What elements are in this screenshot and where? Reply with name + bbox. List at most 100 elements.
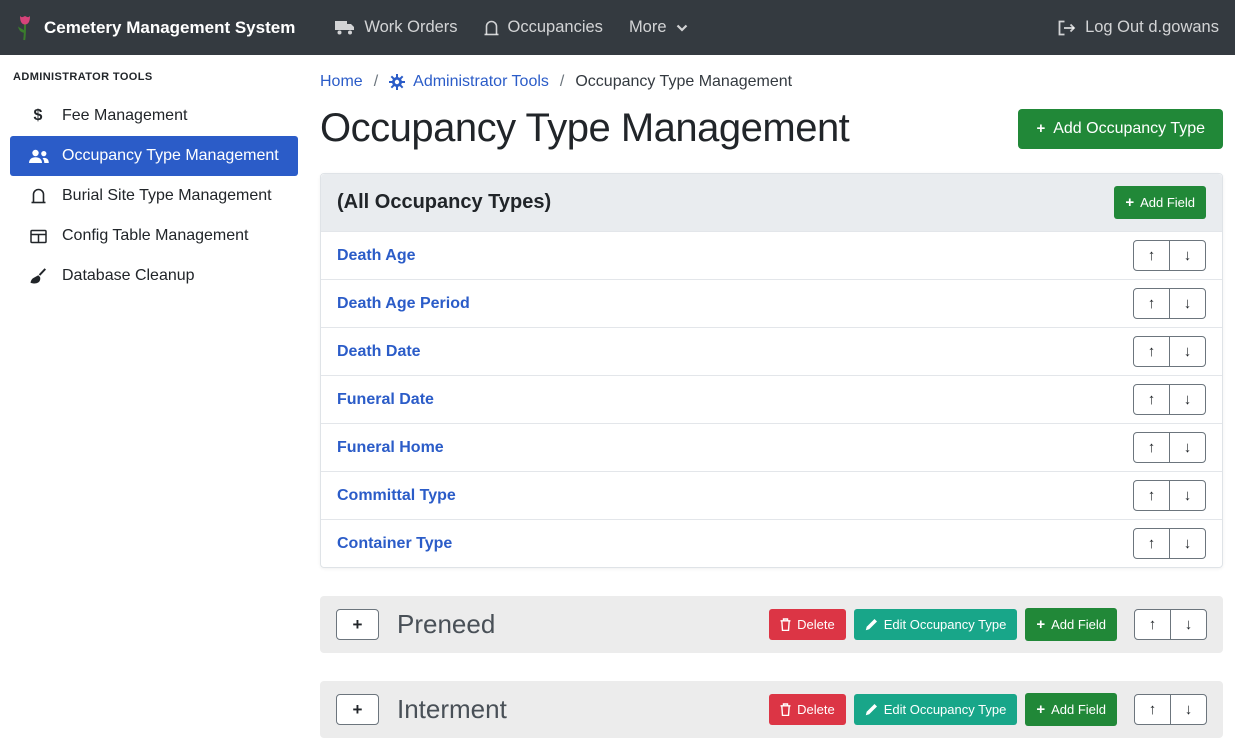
move-up-button[interactable]: ↑ <box>1133 336 1170 367</box>
field-link[interactable]: Container Type <box>337 535 452 553</box>
card-title: (All Occupancy Types) <box>337 191 551 214</box>
field-row: Funeral Home ↑ ↓ <box>321 423 1222 471</box>
breadcrumb: Home / Administrator Tools / Occupancy T… <box>320 67 1223 93</box>
sidebar-item-label: Fee Management <box>62 107 187 125</box>
move-down-button[interactable]: ↓ <box>1170 609 1207 640</box>
delete-button[interactable]: Delete <box>769 694 846 725</box>
reorder-group: ↑ ↓ <box>1133 240 1206 271</box>
dollar-icon: $ <box>27 107 49 125</box>
move-down-button[interactable]: ↓ <box>1169 336 1206 367</box>
reorder-group: ↑ ↓ <box>1133 384 1206 415</box>
move-down-button[interactable]: ↓ <box>1169 480 1206 511</box>
section-preneed: + Preneed Delete Edit Occupancy Type <box>320 596 1223 653</box>
field-row: Death Age ↑ ↓ <box>321 231 1222 279</box>
nav-work-orders-label: Work Orders <box>364 18 457 37</box>
users-icon <box>27 149 49 164</box>
reorder-group: ↑ ↓ <box>1133 288 1206 319</box>
move-up-button[interactable]: ↑ <box>1134 694 1171 725</box>
pencil-icon <box>865 703 878 716</box>
add-field-label: Add Field <box>1051 618 1106 631</box>
nav-occupancies[interactable]: Occupancies <box>484 18 603 37</box>
sidebar-item-label: Burial Site Type Management <box>62 187 272 205</box>
plus-icon: + <box>1125 195 1134 210</box>
trash-icon <box>780 703 791 716</box>
edit-occupancy-type-button[interactable]: Edit Occupancy Type <box>854 609 1018 640</box>
flower-icon <box>16 14 34 41</box>
add-field-button[interactable]: + Add Field <box>1025 608 1117 641</box>
field-row: Committal Type ↑ ↓ <box>321 471 1222 519</box>
section-actions: Delete Edit Occupancy Type + Add Field ↑… <box>769 608 1207 641</box>
card-header: (All Occupancy Types) + Add Field <box>321 174 1222 231</box>
plus-icon: + <box>1036 121 1045 136</box>
move-up-button[interactable]: ↑ <box>1133 528 1170 559</box>
breadcrumb-separator: / <box>374 73 378 91</box>
sidebar-item-occupancy-type-management[interactable]: Occupancy Type Management <box>10 136 298 176</box>
move-down-button[interactable]: ↓ <box>1169 240 1206 271</box>
sidebar-item-burial-site-type-management[interactable]: Burial Site Type Management <box>0 176 308 216</box>
main-content: Home / Administrator Tools / Occupancy T… <box>308 55 1235 738</box>
add-field-label: Add Field <box>1140 196 1195 209</box>
field-link[interactable]: Death Age <box>337 247 416 265</box>
section-actions: Delete Edit Occupancy Type + Add Field ↑… <box>769 693 1207 726</box>
move-up-button[interactable]: ↑ <box>1133 240 1170 271</box>
title-row: Occupancy Type Management + Add Occupanc… <box>320 106 1223 151</box>
expand-button[interactable]: + <box>336 609 379 640</box>
delete-label: Delete <box>797 618 835 631</box>
field-link[interactable]: Committal Type <box>337 487 456 505</box>
move-up-button[interactable]: ↑ <box>1133 480 1170 511</box>
move-down-button[interactable]: ↓ <box>1169 432 1206 463</box>
field-link[interactable]: Funeral Date <box>337 391 434 409</box>
navbar-right: Log Out d.gowans <box>1057 18 1219 37</box>
move-down-button[interactable]: ↓ <box>1170 694 1207 725</box>
chevron-down-icon <box>676 24 688 32</box>
edit-occupancy-type-button[interactable]: Edit Occupancy Type <box>854 694 1018 725</box>
truck-icon <box>335 20 355 35</box>
nav-occupancies-label: Occupancies <box>508 18 603 37</box>
move-up-button[interactable]: ↑ <box>1133 384 1170 415</box>
nav-work-orders[interactable]: Work Orders <box>335 18 457 37</box>
reorder-group: ↑ ↓ <box>1133 528 1206 559</box>
delete-button[interactable]: Delete <box>769 609 846 640</box>
breadcrumb-admin-tools[interactable]: Administrator Tools <box>389 73 549 91</box>
tombstone-icon <box>27 188 49 204</box>
nav-more[interactable]: More <box>629 18 688 37</box>
tombstone-icon <box>484 20 499 36</box>
field-row: Death Age Period ↑ ↓ <box>321 279 1222 327</box>
field-link[interactable]: Death Date <box>337 343 421 361</box>
expand-button[interactable]: + <box>336 694 379 725</box>
broom-icon <box>27 268 49 284</box>
plus-icon: + <box>1036 617 1045 632</box>
sidebar-item-database-cleanup[interactable]: Database Cleanup <box>0 256 308 296</box>
move-down-button[interactable]: ↓ <box>1169 288 1206 319</box>
top-navbar: Cemetery Management System Work Orders O… <box>0 0 1235 55</box>
breadcrumb-separator: / <box>560 73 564 91</box>
move-up-button[interactable]: ↑ <box>1133 288 1170 319</box>
field-link[interactable]: Funeral Home <box>337 439 444 457</box>
add-field-button[interactable]: + Add Field <box>1114 186 1206 219</box>
move-down-button[interactable]: ↓ <box>1169 384 1206 415</box>
gear-icon <box>389 74 405 90</box>
field-row: Funeral Date ↑ ↓ <box>321 375 1222 423</box>
brand-label: Cemetery Management System <box>44 18 295 38</box>
section-interment: + Interment Delete Edit Occupancy Type <box>320 681 1223 738</box>
sidebar-item-label: Config Table Management <box>62 227 249 245</box>
sidebar-item-fee-management[interactable]: $ Fee Management <box>0 96 308 136</box>
breadcrumb-admin-tools-label: Administrator Tools <box>413 73 549 91</box>
add-occupancy-type-label: Add Occupancy Type <box>1053 121 1205 137</box>
reorder-group: ↑ ↓ <box>1134 694 1207 725</box>
section-title: Interment <box>397 694 507 725</box>
brand[interactable]: Cemetery Management System <box>16 14 295 41</box>
move-up-button[interactable]: ↑ <box>1133 432 1170 463</box>
logout-button[interactable]: Log Out d.gowans <box>1057 18 1219 37</box>
sidebar: Administrator Tools $ Fee Management Occ… <box>0 55 308 738</box>
breadcrumb-home[interactable]: Home <box>320 73 363 91</box>
add-field-label: Add Field <box>1051 703 1106 716</box>
add-occupancy-type-button[interactable]: + Add Occupancy Type <box>1018 109 1223 149</box>
move-up-button[interactable]: ↑ <box>1134 609 1171 640</box>
sidebar-heading: Administrator Tools <box>0 61 308 96</box>
plus-icon: + <box>1036 702 1045 717</box>
move-down-button[interactable]: ↓ <box>1169 528 1206 559</box>
sidebar-item-config-table-management[interactable]: Config Table Management <box>0 216 308 256</box>
field-link[interactable]: Death Age Period <box>337 295 470 313</box>
add-field-button[interactable]: + Add Field <box>1025 693 1117 726</box>
